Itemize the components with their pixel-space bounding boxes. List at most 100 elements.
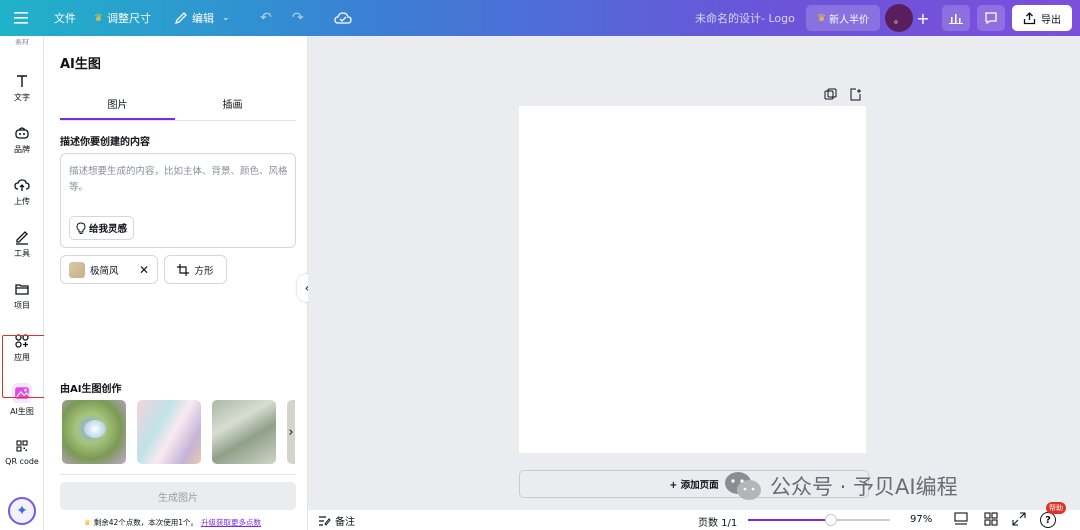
file-menu-label: 文件: [54, 12, 76, 25]
redo-icon: ↷: [292, 10, 304, 26]
duplicate-page-button[interactable]: [824, 86, 838, 100]
fullscreen-button[interactable]: [1012, 512, 1026, 529]
bottom-bar: 备注 页数 1/1 97% ? 帮助: [308, 502, 1080, 530]
sidebar-item-upload[interactable]: 上传: [0, 170, 44, 214]
sidebar-item-qr-code[interactable]: QR code: [0, 430, 44, 474]
prompt-input[interactable]: 描述想要生成的内容，比如主体、背景、颜色、风格等。: [69, 164, 289, 196]
brand-icon: [15, 127, 29, 139]
panel-title: AI生图: [60, 57, 101, 72]
export-button[interactable]: 导出: [1012, 5, 1072, 31]
top-bar: 文件 ♛ 调整尺寸 编辑 ⌄ ↶ ↷ 未命名的设计- Logo ♛ 新人半价 。…: [0, 0, 1080, 36]
close-icon[interactable]: ✕: [139, 263, 149, 277]
qr-icon: [16, 440, 28, 452]
page-view-icon: [954, 512, 968, 525]
edit-menu[interactable]: 编辑 ⌄: [174, 0, 230, 36]
gallery-thumb[interactable]: [137, 400, 201, 464]
gallery-thumb[interactable]: [62, 400, 126, 464]
add-page-icon-button[interactable]: [849, 86, 863, 101]
sidebar-item-text[interactable]: 文字: [0, 66, 44, 110]
gallery-next-button[interactable]: ›: [284, 422, 298, 442]
gallery-thumb[interactable]: [212, 400, 276, 464]
hamburger-icon: [14, 12, 28, 24]
notes-label: 备注: [335, 517, 355, 528]
sidebar-item-tools[interactable]: 工具: [0, 222, 44, 266]
watermark: 公众号 · 予贝AI编程: [724, 470, 958, 502]
pencil-icon: [174, 12, 187, 25]
grid-view-button[interactable]: [984, 512, 998, 529]
style-chip[interactable]: 极简风 ✕: [60, 255, 158, 284]
inspire-button[interactable]: 给我灵感: [69, 216, 135, 240]
shape-chip-label: 方形: [194, 265, 214, 277]
comment-icon: [985, 12, 997, 25]
design-title-text: 未命名的设计- Logo: [695, 12, 795, 25]
zoom-slider[interactable]: [748, 514, 890, 526]
credits-text: 剩余42个点数，本次使用1个。: [93, 518, 199, 527]
promo-button[interactable]: ♛ 新人半价: [806, 5, 880, 31]
page-count[interactable]: 页数 1/1: [698, 514, 737, 529]
zoom-slider-thumb[interactable]: [825, 514, 837, 526]
shape-chip[interactable]: 方形: [164, 255, 227, 284]
text-icon: [17, 75, 27, 87]
pen-icon: [16, 231, 28, 245]
promo-label: 新人半价: [828, 14, 869, 26]
cloud-save-button[interactable]: [334, 0, 352, 36]
sidebar-item-label: 上传: [14, 197, 30, 206]
avatar-initial: 。: [894, 14, 904, 26]
flower-shape: [84, 420, 106, 438]
tab-illustration[interactable]: 插画: [175, 96, 290, 120]
resize-button[interactable]: ♛ 调整尺寸: [94, 0, 151, 36]
insights-button[interactable]: [942, 5, 970, 31]
plus-icon: +: [916, 8, 930, 28]
tab-image[interactable]: 图片: [60, 96, 175, 120]
redo-button[interactable]: ↷: [292, 0, 304, 36]
crop-icon: [177, 263, 190, 276]
watermark-text: 公众号 · 予贝AI编程: [770, 475, 958, 499]
tab-illustration-label: 插画: [222, 100, 243, 111]
expand-icon: [1012, 512, 1026, 526]
ai-image-panel: AI生图 图片 插画 描述你要创建的内容 描述想要生成的内容，比如主体、背景、颜…: [44, 36, 308, 530]
crown-icon: ♛: [817, 12, 826, 24]
chevron-down-icon: ⌄: [222, 13, 230, 23]
sidebar-item-label: 工具: [14, 249, 30, 258]
undo-button[interactable]: ↶: [260, 0, 272, 36]
tab-image-label: 图片: [107, 100, 128, 111]
zoom-level[interactable]: 97%: [910, 514, 932, 525]
comments-button[interactable]: [977, 5, 1005, 31]
inspire-label: 给我灵感: [89, 224, 128, 235]
folder-icon: [15, 284, 29, 295]
chevron-right-icon: ›: [288, 424, 294, 440]
page-view-button[interactable]: [954, 512, 968, 529]
help-badge: 帮助: [1046, 502, 1066, 514]
help-button[interactable]: ?: [1040, 512, 1056, 528]
left-sidebar: 素材 文字 品牌 上传 工具 项目 应用 AI生图 QR code ✦: [0, 36, 44, 530]
design-title[interactable]: 未命名的设计- Logo: [695, 0, 795, 36]
generate-label: 生成图片: [158, 492, 198, 504]
share-upload-icon: [1023, 11, 1036, 24]
cloud-check-icon: [334, 12, 352, 24]
add-collaborator-button[interactable]: +: [912, 5, 934, 31]
export-label: 导出: [1041, 14, 1061, 26]
notes-button[interactable]: 备注: [318, 513, 355, 528]
gallery-heading: 由AI生图创作: [60, 384, 122, 395]
upgrade-link[interactable]: 升级获取更多点数: [201, 517, 261, 528]
crown-icon: ♛: [94, 12, 103, 24]
avatar[interactable]: 。: [885, 4, 913, 32]
grid-icon: [984, 512, 998, 526]
crown-icon: ♛: [84, 518, 91, 527]
sidebar-item-label: QR code: [5, 457, 39, 466]
sidebar-item-projects[interactable]: 项目: [0, 274, 44, 318]
magic-assistant-button[interactable]: ✦: [8, 497, 36, 525]
edit-label: 编辑: [192, 12, 214, 25]
sidebar-top-cut-label: 素材: [15, 39, 29, 46]
design-page[interactable]: [519, 106, 866, 453]
undo-icon: ↶: [260, 10, 272, 26]
prompt-box[interactable]: 描述想要生成的内容，比如主体、背景、颜色、风格等。 给我灵感: [60, 153, 296, 248]
style-thumbnail: [69, 261, 85, 278]
sidebar-item-brand[interactable]: 品牌: [0, 118, 44, 162]
file-menu[interactable]: 文件: [54, 0, 76, 36]
upload-icon: [14, 179, 30, 191]
menu-button[interactable]: [14, 0, 30, 36]
generate-button[interactable]: 生成图片: [60, 482, 296, 510]
add-page-icon: [850, 88, 861, 101]
notes-icon: [319, 515, 331, 526]
